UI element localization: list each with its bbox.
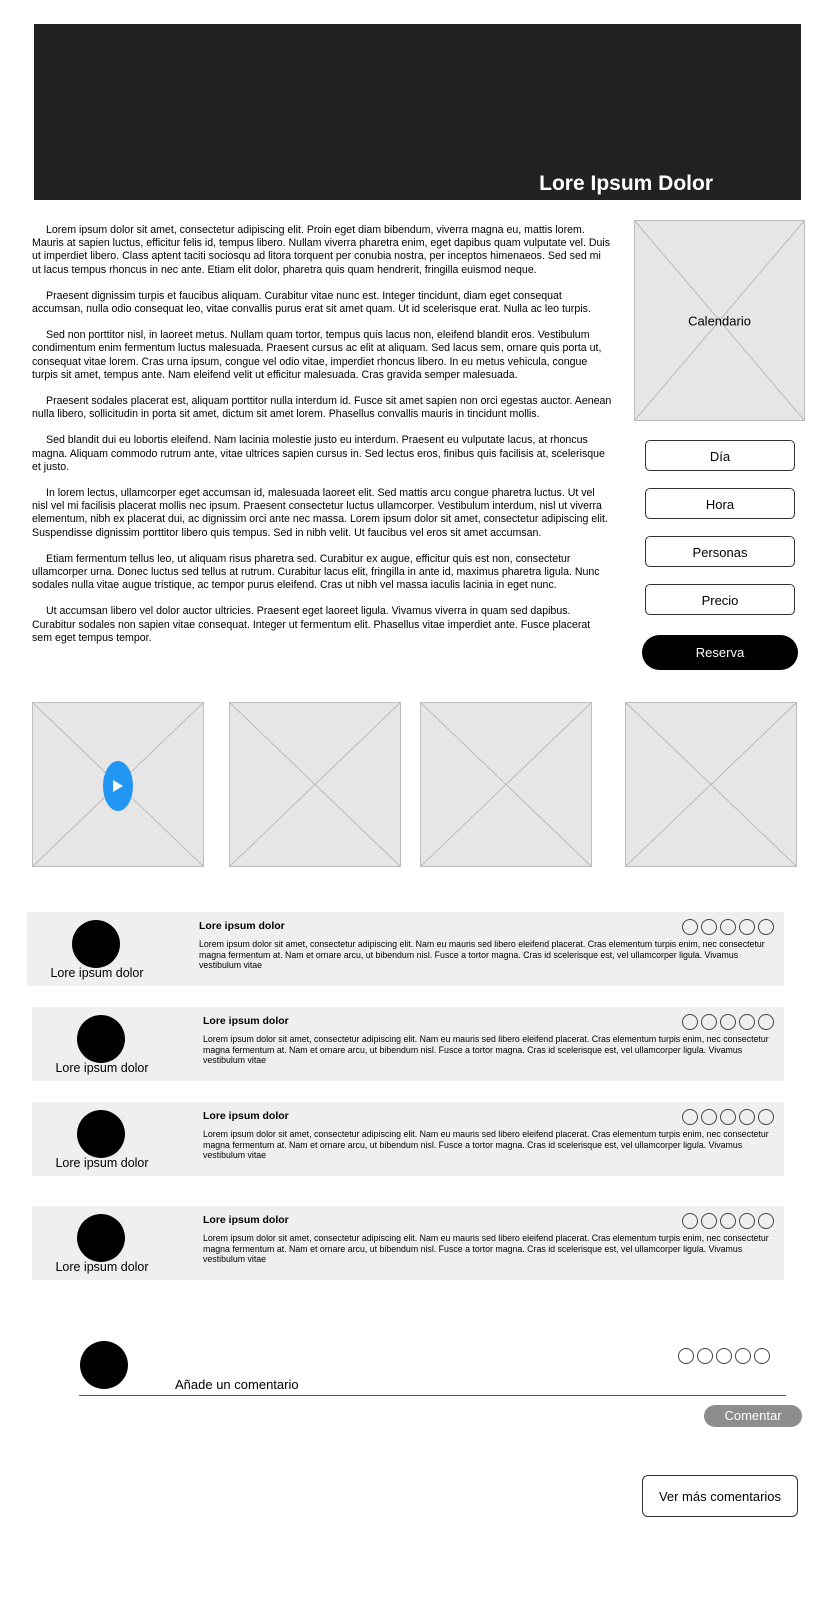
current-user-avatar [80,1341,128,1389]
star-icon[interactable] [678,1348,694,1364]
placeholder-cross-icon [421,703,591,866]
star-icon [682,1014,698,1030]
star-icon [720,1014,736,1030]
star-rating [682,919,774,935]
review-title: Lore ipsum dolor [203,1214,289,1226]
star-icon [739,1213,755,1229]
review-text: Lorem ipsum dolor sit amet, consectetur … [203,1233,769,1265]
price-field[interactable]: Precio [645,584,795,615]
star-icon[interactable] [735,1348,751,1364]
avatar [77,1110,125,1158]
article-paragraph: Sed non porttitor nisl, in laoreet metus… [32,329,602,381]
star-icon [720,1109,736,1125]
gallery-video-thumbnail[interactable] [32,702,204,867]
star-icon[interactable] [697,1348,713,1364]
article-paragraph: Praesent sodales placerat est, aliquam p… [32,395,612,421]
reviewer-name: Lore ipsum dolor [55,1156,149,1170]
review-title: Lore ipsum dolor [203,1110,289,1122]
star-icon [758,1014,774,1030]
reserve-button[interactable]: Reserva [642,635,798,670]
star-icon [739,919,755,935]
star-icon[interactable] [716,1348,732,1364]
avatar [72,920,120,968]
play-icon [113,780,123,792]
gallery-image[interactable] [229,702,401,867]
article-paragraph: Sed blandit dui eu lobortis eleifend. Na… [32,434,605,473]
rating-input[interactable] [678,1348,770,1364]
time-field[interactable]: Hora [645,488,795,519]
day-field[interactable]: Día [645,440,795,471]
hero-banner: Lore Ipsum Dolor [34,24,801,200]
star-icon [701,919,717,935]
article-paragraph: Etiam fermentum tellus leo, ut aliquam r… [32,552,600,592]
review-card: Lore ipsum dolor Lore ipsum dolor Lorem … [27,912,784,986]
star-icon[interactable] [754,1348,770,1364]
calendar-widget[interactable]: Calendario [634,220,805,421]
more-comments-button[interactable]: Ver más comentarios [642,1475,798,1517]
star-rating [682,1014,774,1030]
article-body: Lorem ipsum dolor sit amet, consectetur … [32,224,612,658]
hero-title: Lore Ipsum Dolor [539,172,713,195]
star-icon [720,1213,736,1229]
reviewer-name: Lore ipsum dolor [50,966,144,980]
reviewer-name: Lore ipsum dolor [55,1061,149,1075]
star-icon [682,919,698,935]
placeholder-cross-icon [626,703,796,866]
play-button[interactable] [103,761,133,811]
calendar-label: Calendario [688,313,751,328]
star-icon [701,1109,717,1125]
review-card: Lore ipsum dolor Lore ipsum dolor Lorem … [32,1007,784,1081]
star-icon [758,1109,774,1125]
placeholder-cross-icon [230,703,400,866]
review-card: Lore ipsum dolor Lore ipsum dolor Lorem … [32,1206,784,1280]
star-icon [758,1213,774,1229]
review-text: Lorem ipsum dolor sit amet, consectetur … [203,1034,769,1066]
star-icon [682,1213,698,1229]
star-icon [739,1014,755,1030]
review-title: Lore ipsum dolor [199,920,285,932]
review-text: Lorem ipsum dolor sit amet, consectetur … [199,939,765,971]
star-rating [682,1213,774,1229]
review-card: Lore ipsum dolor Lore ipsum dolor Lorem … [32,1102,784,1176]
star-icon [701,1014,717,1030]
gallery-image[interactable] [625,702,797,867]
review-text: Lorem ipsum dolor sit amet, consectetur … [203,1129,769,1161]
reviewer-name: Lore ipsum dolor [55,1260,149,1274]
comment-submit-button[interactable]: Comentar [704,1405,802,1427]
review-title: Lore ipsum dolor [203,1015,289,1027]
star-icon [701,1213,717,1229]
comment-input-underline [79,1395,786,1396]
star-icon [682,1109,698,1125]
comment-input[interactable]: Añade un comentario [175,1377,299,1392]
article-paragraph: Lorem ipsum dolor sit amet, consectetur … [32,224,611,276]
star-icon [720,919,736,935]
star-icon [739,1109,755,1125]
gallery-image[interactable] [420,702,592,867]
article-paragraph: In lorem lectus, ullamcorper eget accums… [32,487,608,539]
people-field[interactable]: Personas [645,536,795,567]
avatar [77,1214,125,1262]
article-paragraph: Praesent dignissim turpis et faucibus al… [32,289,591,316]
article-paragraph: Ut accumsan libero vel dolor auctor ultr… [32,605,591,644]
star-rating [682,1109,774,1125]
star-icon [758,919,774,935]
avatar [77,1015,125,1063]
